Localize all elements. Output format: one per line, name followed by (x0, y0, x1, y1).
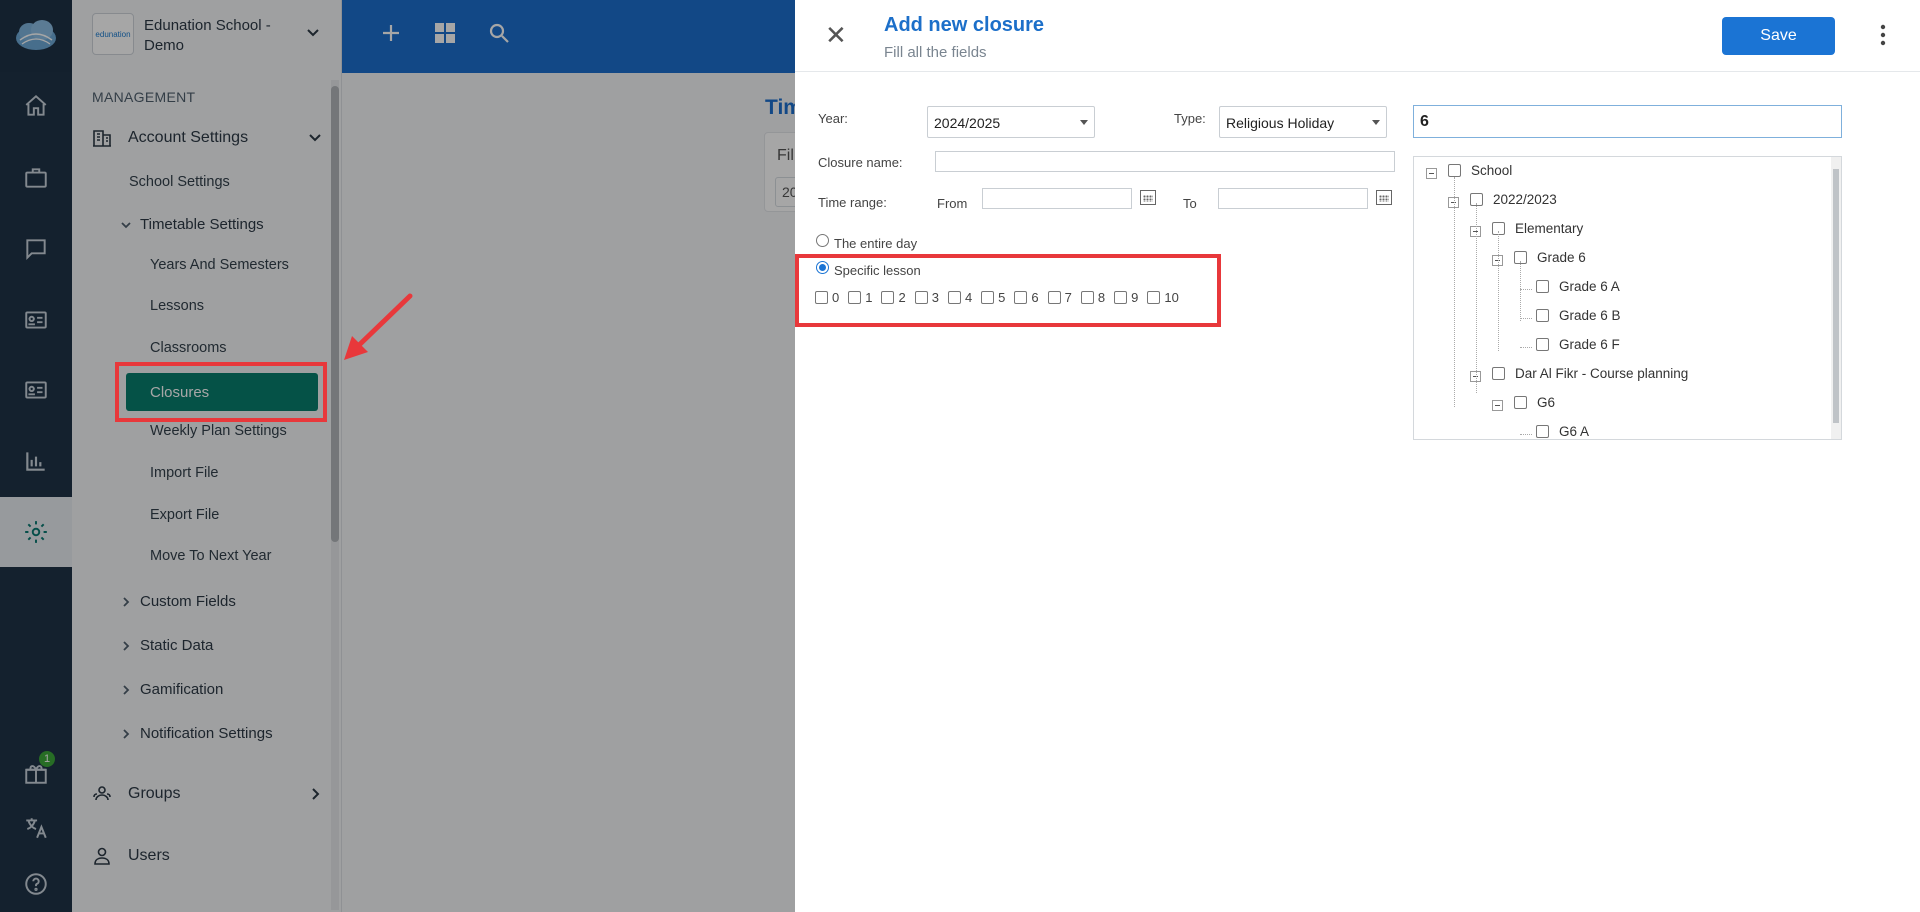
tree-node[interactable]: Grade 6 B (1536, 308, 1621, 323)
tree-search-input[interactable]: 6 (1413, 105, 1842, 138)
save-button[interactable]: Save (1722, 17, 1835, 55)
checkbox[interactable] (1514, 396, 1527, 409)
entire-day-radio[interactable] (816, 234, 829, 247)
tree-node-label: School (1471, 163, 1513, 178)
tree-node[interactable]: School (1448, 163, 1512, 178)
closure-name-label: Closure name: (818, 155, 903, 170)
time-range-label: Time range: (818, 195, 887, 210)
tree-node[interactable]: G6 (1514, 395, 1555, 410)
tree-node-label: Dar Al Fikr - Course planning (1515, 366, 1689, 381)
from-label: From (937, 196, 968, 211)
tree-node-label: 2022/2023 (1493, 192, 1557, 207)
checkbox[interactable] (1448, 164, 1461, 177)
checkbox[interactable] (1536, 338, 1549, 351)
checkbox[interactable] (1536, 280, 1549, 293)
checkbox[interactable] (1536, 425, 1549, 438)
entire-day-label: The entire day (834, 236, 918, 251)
collapse-icon[interactable] (1426, 168, 1437, 179)
tree-node[interactable]: G6 A (1536, 424, 1589, 439)
highlight-box (115, 362, 327, 422)
type-value: Religious Holiday (1226, 115, 1335, 131)
tree-node[interactable]: Grade 6 F (1536, 337, 1620, 352)
drawer-subtitle: Fill all the fields (884, 44, 987, 61)
checkbox[interactable] (1536, 309, 1549, 322)
tree-node-label: Grade 6 B (1559, 308, 1621, 323)
tree-node-label: G6 A (1559, 424, 1590, 439)
tree-node[interactable]: Grade 6 (1514, 250, 1586, 265)
annotation-arrow (344, 293, 413, 360)
tree-node-label: Grade 6 (1537, 250, 1586, 265)
year-value: 2024/2025 (934, 115, 1001, 131)
checkbox[interactable] (1492, 367, 1505, 380)
close-icon[interactable]: ✕ (825, 22, 847, 48)
to-date-input[interactable] (1218, 188, 1368, 209)
tree-node[interactable]: Grade 6 A (1536, 279, 1620, 294)
collapse-icon[interactable] (1492, 400, 1503, 411)
tree-node[interactable]: Elementary (1492, 221, 1583, 236)
to-label: To (1183, 196, 1197, 211)
tree-node-label: Grade 6 A (1559, 279, 1620, 294)
add-closure-drawer: ✕ Add new closure Fill all the fields Sa… (795, 0, 1920, 912)
type-label: Type: (1174, 111, 1206, 126)
school-tree: School 2022/2023 Elementary Grade 6 Grade 6 … (1413, 156, 1842, 440)
calendar-icon[interactable] (1376, 190, 1392, 205)
drawer-header: ✕ Add new closure Fill all the fields Sa… (795, 0, 1920, 72)
closure-name-input[interactable] (935, 151, 1395, 172)
calendar-icon[interactable] (1140, 190, 1156, 205)
tree-node[interactable]: 2022/2023 (1470, 192, 1557, 207)
drawer-title: Add new closure (884, 14, 1045, 36)
more-vertical-icon[interactable] (1880, 24, 1886, 51)
from-date-input[interactable] (982, 188, 1132, 209)
year-select[interactable]: 2024/2025 (927, 106, 1095, 138)
tree-scrollbar[interactable] (1831, 157, 1841, 439)
type-select[interactable]: Religious Holiday (1219, 106, 1387, 138)
tree-node-label: Grade 6 F (1559, 337, 1620, 352)
tree-node-label: Elementary (1515, 221, 1584, 236)
tree-node-label: G6 (1537, 395, 1556, 410)
year-label: Year: (818, 111, 848, 126)
tree-node[interactable]: Dar Al Fikr - Course planning (1492, 366, 1688, 381)
highlight-box (795, 254, 1221, 327)
